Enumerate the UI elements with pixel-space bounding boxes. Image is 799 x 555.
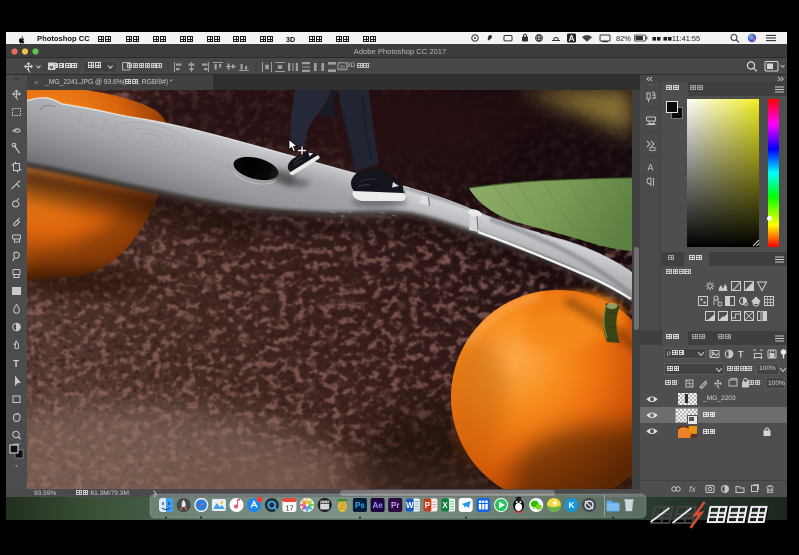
svg-text:A: A <box>569 34 575 43</box>
svg-text:Ae: Ae <box>372 501 383 510</box>
svg-text:Ps: Ps <box>355 501 365 510</box>
svg-text:Pr: Pr <box>391 501 399 510</box>
svg-text:82%: 82% <box>616 34 631 43</box>
svg-text:A: A <box>648 163 654 173</box>
svg-text:17: 17 <box>285 504 293 513</box>
svg-text:T: T <box>738 349 744 359</box>
svg-text:K: K <box>568 500 575 510</box>
svg-text:X: X <box>442 501 448 510</box>
svg-text:T: T <box>13 359 19 370</box>
svg-text:■■ ■■11:41:55: ■■ ■■11:41:55 <box>652 34 700 43</box>
svg-text:W: W <box>406 501 414 510</box>
svg-text:fx: fx <box>689 484 696 494</box>
svg-text:P: P <box>425 501 431 510</box>
